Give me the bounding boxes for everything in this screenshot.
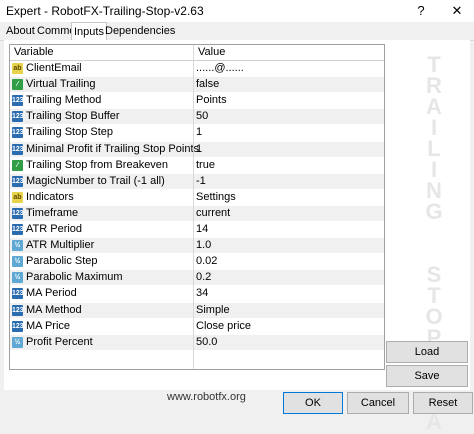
save-button[interactable]: Save — [386, 365, 468, 387]
cancel-button[interactable]: Cancel — [347, 392, 409, 414]
variable-name: ATR Multiplier — [26, 239, 95, 252]
table-row[interactable]: 123 ATR Period 14 — [10, 222, 384, 237]
variable-name: Trailing Stop Step — [26, 126, 114, 139]
integer-type-icon: 123 — [12, 143, 24, 155]
title-bar: Expert - RobotFX-Trailing-Stop-v2.63 ? ✕ — [0, 0, 474, 23]
table-row[interactable]: 123 Minimal Profit if Trailing Stop Point… — [10, 141, 384, 157]
variable-value[interactable]: Settings — [196, 191, 236, 203]
tab-dependencies[interactable]: Dependencies — [103, 24, 177, 39]
variable-name: Trailing Method — [26, 94, 102, 107]
table-row[interactable]: 123 MA Method Simple — [10, 302, 384, 318]
double-type-icon: ½ — [12, 336, 23, 348]
variable-name: Minimal Profit if Trailing Stop Points — [26, 142, 200, 155]
variable-name: MagicNumber to Trail (-1 all) — [26, 174, 165, 187]
table-row[interactable]: 123 MagicNumber to Trail (-1 all) -1 — [10, 173, 384, 189]
table-row[interactable]: 123 MA Period 34 — [10, 286, 384, 301]
variable-value[interactable]: 1 — [196, 126, 202, 138]
text-type-icon: ab — [12, 63, 23, 74]
variable-name: Trailing Stop Buffer — [26, 110, 120, 123]
variable-value[interactable]: 0.02 — [196, 255, 217, 267]
double-type-icon: ½ — [12, 256, 23, 268]
table-row[interactable]: ½ Parabolic Step 0.02 — [10, 254, 384, 269]
variable-name: MA Period — [26, 287, 77, 300]
header-variable: Variable — [14, 46, 54, 58]
integer-type-icon: 123 — [12, 95, 24, 107]
variable-name: MA Price — [26, 319, 71, 332]
boolean-type-icon: ⁄ — [12, 159, 23, 171]
robotfx-link[interactable]: www.robotfx.org — [167, 391, 246, 403]
integer-type-icon: 123 — [12, 175, 24, 187]
variable-value[interactable]: true — [196, 159, 215, 171]
variable-value[interactable]: 1 — [196, 143, 202, 155]
table-row[interactable]: ½ Parabolic Maximum 0.2 — [10, 270, 384, 286]
variable-name: ClientEmail — [26, 62, 82, 74]
table-row[interactable]: ab ClientEmail ......@...... — [10, 61, 384, 76]
variable-value[interactable]: 50.0 — [196, 336, 217, 348]
variable-name: MA Method — [26, 303, 82, 316]
variable-name: Virtual Trailing — [26, 78, 96, 91]
variable-value[interactable]: 1.0 — [196, 239, 211, 251]
double-type-icon: ½ — [12, 240, 23, 252]
variable-name: Timeframe — [26, 206, 79, 219]
table-row[interactable]: 123 Trailing Method Points — [10, 93, 384, 108]
reset-button[interactable]: Reset — [413, 392, 473, 414]
inputs-grid: Variable Value ab ClientEmail ......@.....… — [9, 44, 385, 370]
help-button[interactable]: ? — [404, 0, 438, 22]
variable-name: ATR Period — [26, 223, 83, 235]
variable-value[interactable]: Simple — [196, 304, 230, 316]
tab-about[interactable]: About — [4, 24, 37, 39]
text-type-icon: ab — [12, 191, 23, 203]
load-button[interactable]: Load — [386, 341, 468, 363]
variable-value[interactable]: 14 — [196, 223, 208, 235]
integer-type-icon: 123 — [12, 111, 24, 123]
variable-value[interactable]: Points — [196, 94, 227, 106]
tab-bar: About Common Inputs Dependencies — [0, 22, 474, 41]
window-title: Expert - RobotFX-Trailing-Stop-v2.63 — [6, 4, 204, 18]
table-row[interactable]: ab Indicators Settings — [10, 190, 384, 205]
table-row[interactable]: ⁄ Virtual Trailing false — [10, 77, 384, 93]
table-row[interactable]: ½ Profit Percent 50.0 — [10, 334, 384, 350]
grid-header: Variable Value — [10, 45, 384, 61]
variable-value[interactable]: 34 — [196, 287, 208, 299]
variable-name: Parabolic Step — [26, 255, 98, 268]
table-row[interactable]: 123 Trailing Stop Step 1 — [10, 125, 384, 140]
table-row[interactable]: 123 Trailing Stop Buffer 50 — [10, 109, 384, 125]
integer-type-icon: 123 — [12, 304, 24, 316]
close-button[interactable]: ✕ — [440, 0, 474, 22]
variable-name: Indicators — [26, 190, 74, 203]
column-separator[interactable] — [193, 45, 194, 369]
variable-value[interactable]: -1 — [196, 175, 206, 187]
variable-value[interactable]: false — [196, 78, 219, 90]
table-row[interactable]: 123 MA Price Close price — [10, 319, 384, 334]
integer-type-icon: 123 — [12, 320, 24, 332]
integer-type-icon: 123 — [12, 207, 24, 219]
variable-value[interactable]: 50 — [196, 110, 208, 122]
variable-value[interactable]: 0.2 — [196, 271, 211, 283]
boolean-type-icon: ⁄ — [12, 79, 23, 91]
table-row[interactable]: 123 Timeframe current — [10, 205, 384, 221]
integer-type-icon: 123 — [12, 224, 24, 235]
integer-type-icon: 123 — [12, 127, 24, 139]
table-row[interactable]: ½ ATR Multiplier 1.0 — [10, 238, 384, 254]
variable-name: Parabolic Maximum — [26, 271, 123, 284]
inputs-panel: Variable Value ab ClientEmail ......@.....… — [4, 40, 470, 403]
tab-inputs[interactable]: Inputs — [71, 22, 107, 41]
variable-value[interactable]: ......@...... — [196, 62, 244, 74]
variable-name: Trailing Stop from Breakeven — [26, 158, 169, 171]
variable-name: Profit Percent — [26, 335, 93, 348]
table-row[interactable]: ⁄ Trailing Stop from Breakeven true — [10, 158, 384, 173]
double-type-icon: ½ — [12, 272, 23, 284]
ok-button[interactable]: OK — [283, 392, 343, 414]
variable-value[interactable]: Close price — [196, 320, 251, 332]
variable-value[interactable]: current — [196, 207, 230, 219]
integer-type-icon: 123 — [12, 288, 24, 300]
header-value: Value — [198, 46, 226, 58]
